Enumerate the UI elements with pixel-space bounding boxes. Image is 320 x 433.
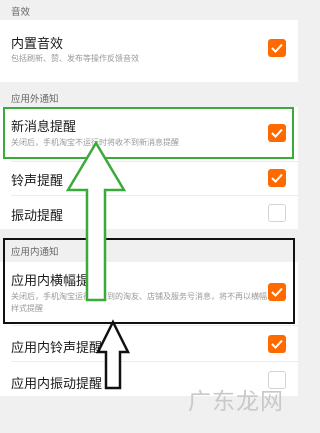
up-arrow-black-icon — [95, 319, 131, 390]
watermark: 广东龙网 — [188, 389, 284, 415]
